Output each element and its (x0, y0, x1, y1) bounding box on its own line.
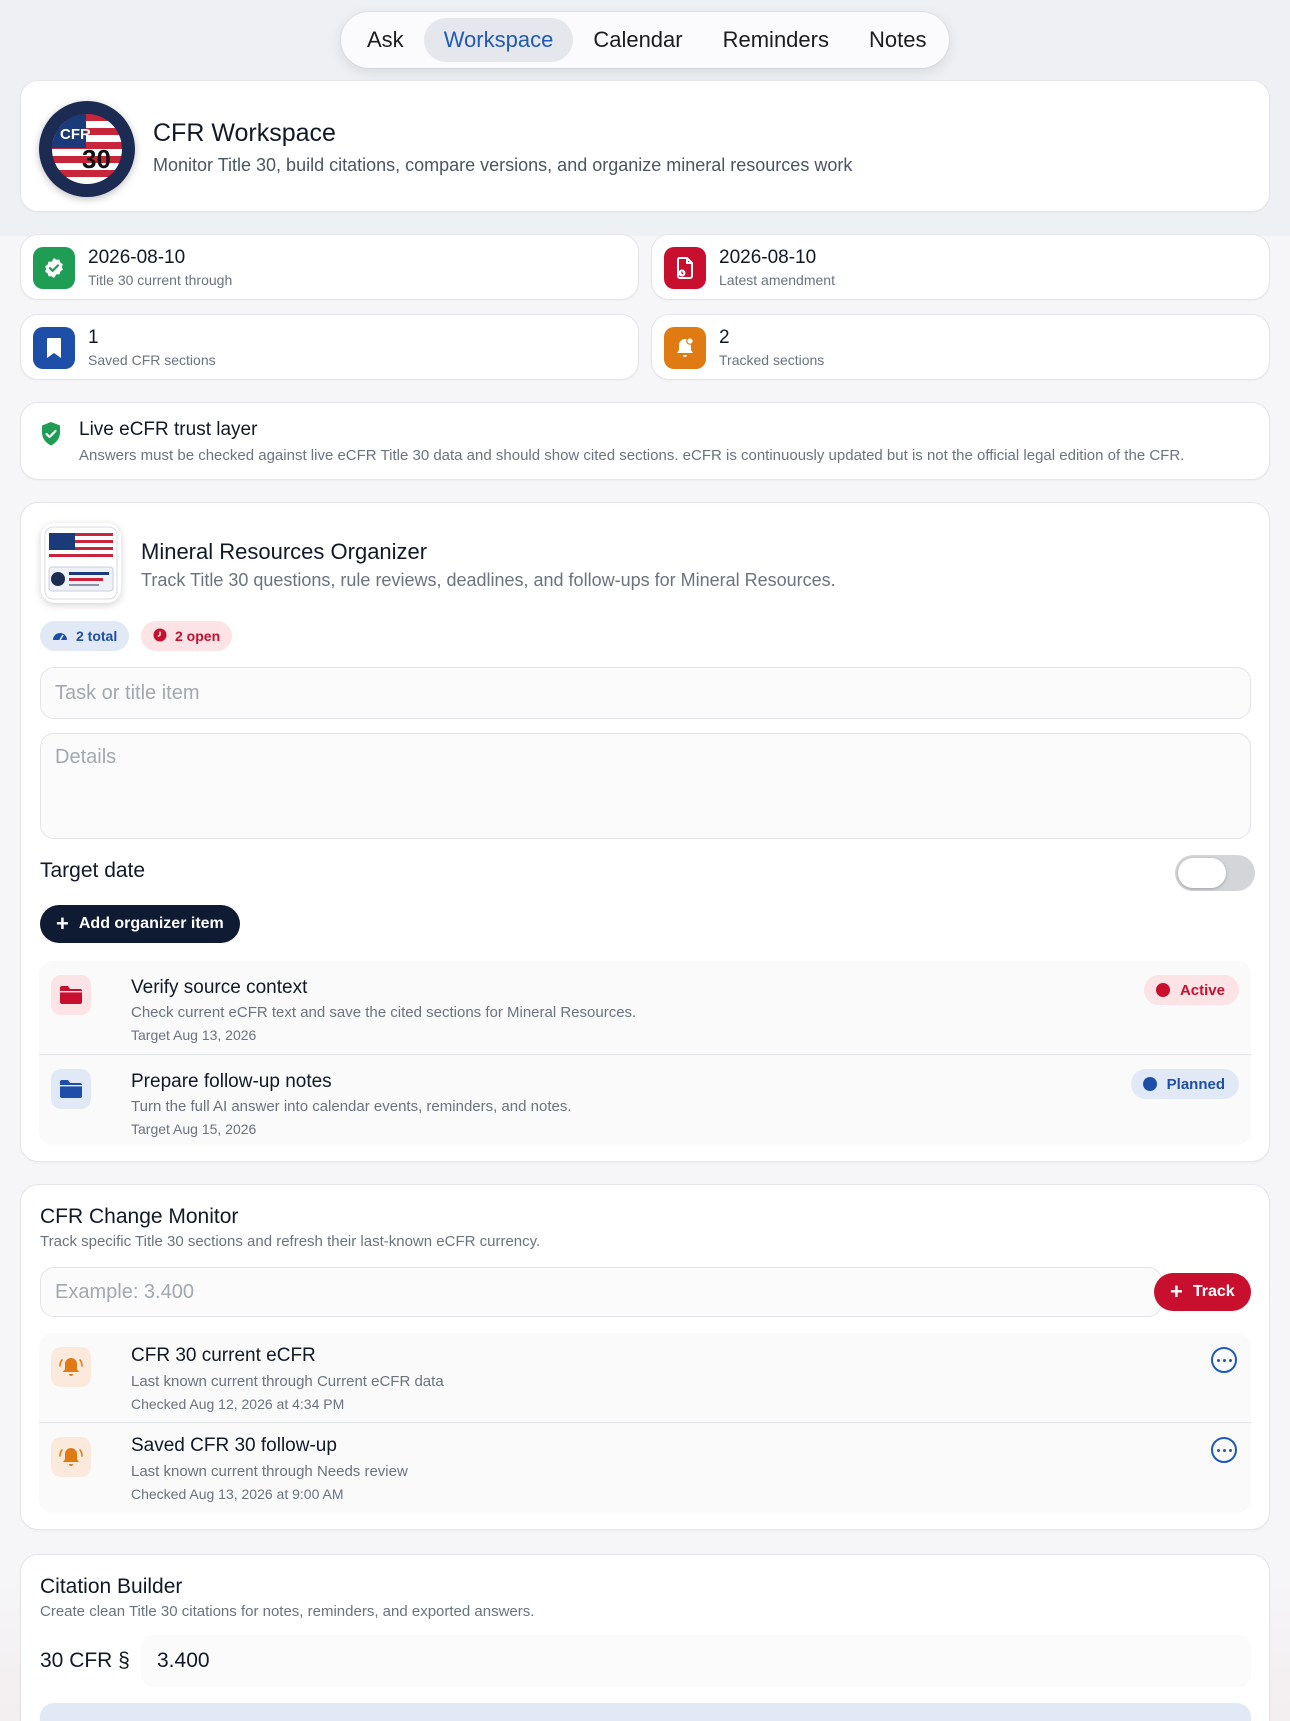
citation-preview (40, 1703, 1251, 1721)
tracked-section-item[interactable]: CFR 30 current eCFR Last known current t… (39, 1333, 1251, 1423)
bell-icon (51, 1437, 91, 1477)
tracked-section-detail: Last known current through Needs review (131, 1463, 408, 1480)
stat-latest-amendment[interactable]: 2026-08-10 Latest amendment (651, 234, 1270, 300)
status-label: Active (1179, 981, 1225, 999)
clock-icon (153, 628, 167, 645)
details-textarea[interactable]: Details (40, 733, 1251, 839)
top-tab-bar: Ask Workspace Calendar Reminders Notes (341, 12, 949, 68)
stat-value: 1 (88, 327, 99, 348)
stat-value: 2026-08-10 (88, 247, 186, 268)
organizer-title: Mineral Resources Organizer (141, 539, 428, 564)
organizer-item-detail: Check current eCFR text and save the cit… (131, 1004, 637, 1021)
organizer-item[interactable]: Prepare follow-up notes Turn the full AI… (39, 1055, 1251, 1145)
bookmark-icon (33, 327, 75, 369)
tracked-section-detail: Last known current through Current eCFR … (131, 1373, 444, 1390)
trust-title: Live eCFR trust layer (79, 419, 258, 440)
organizer-card: Mineral Resources Organizer Track Title … (20, 502, 1270, 1162)
organizer-item-detail: Turn the full AI answer into calendar ev… (131, 1098, 572, 1115)
page-title: CFR Workspace (153, 119, 336, 147)
status-label: Planned (1166, 1075, 1225, 1093)
tracked-section-title: Saved CFR 30 follow-up (131, 1435, 337, 1456)
tracked-section-title: CFR 30 current eCFR (131, 1345, 316, 1366)
organizer-logo (41, 523, 121, 603)
tracked-section-item[interactable]: Saved CFR 30 follow-up Last known curren… (39, 1423, 1251, 1513)
tab-notes[interactable]: Notes (849, 18, 946, 62)
stat-tracked-sections[interactable]: 2 Tracked sections (651, 314, 1270, 380)
more-options-icon[interactable] (1211, 1347, 1237, 1373)
bell-icon (51, 1347, 91, 1387)
open-badge: 2 open (141, 621, 233, 651)
folder-icon (51, 975, 91, 1015)
total-badge-label: 2 total (76, 628, 118, 644)
citation-subtitle: Create clean Title 30 citations for note… (40, 1603, 535, 1620)
stat-label: Title 30 current through (88, 272, 233, 288)
monitor-title: CFR Change Monitor (40, 1205, 239, 1228)
document-clock-icon (664, 247, 706, 289)
organizer-subtitle: Track Title 30 questions, rule reviews, … (141, 570, 836, 590)
task-title-input[interactable]: Task or title item (40, 667, 1251, 719)
total-badge: 2 total (40, 621, 130, 651)
folder-icon (51, 1069, 91, 1109)
tab-workspace[interactable]: Workspace (423, 18, 574, 62)
target-date-label: Target date (40, 859, 146, 882)
stat-label: Saved CFR sections (88, 352, 216, 368)
stat-current-through[interactable]: 2026-08-10 Title 30 current through (20, 234, 639, 300)
status-dot (1155, 983, 1170, 997)
tab-ask[interactable]: Ask (347, 18, 424, 62)
monitor-subtitle: Track specific Title 30 sections and ref… (40, 1233, 541, 1250)
tracked-section-checked: Checked Aug 12, 2026 at 4:34 PM (131, 1396, 345, 1412)
tab-calendar[interactable]: Calendar (573, 18, 702, 62)
organizer-item-target: Target Aug 13, 2026 (131, 1027, 257, 1043)
stat-saved-sections[interactable]: 1 Saved CFR sections (20, 314, 639, 380)
citation-prefix: 30 CFR § (40, 1649, 130, 1672)
stat-label: Tracked sections (719, 352, 825, 368)
verified-badge-icon (33, 247, 75, 289)
track-button[interactable]: + Track (1154, 1273, 1251, 1311)
plus-icon: + (1170, 1279, 1183, 1304)
status-badge[interactable]: Planned (1130, 1069, 1239, 1099)
change-monitor-card: CFR Change Monitor Track specific Title … (20, 1184, 1270, 1530)
add-organizer-item-label: Add organizer item (78, 915, 224, 932)
open-badge-label: 2 open (175, 628, 221, 644)
add-organizer-item-button[interactable]: + Add organizer item (40, 905, 240, 943)
organizer-item-target: Target Aug 15, 2026 (131, 1121, 257, 1137)
page-subtitle: Monitor Title 30, build citations, compa… (153, 155, 853, 175)
stat-value: 2026-08-10 (719, 247, 817, 268)
citation-title: Citation Builder (40, 1575, 183, 1598)
organizer-item-title: Verify source context (131, 977, 308, 998)
gauge-icon (52, 628, 68, 644)
citation-builder-card: Citation Builder Create clean Title 30 c… (20, 1554, 1270, 1721)
toggle-knob (1178, 858, 1226, 888)
status-badge[interactable]: Active (1143, 975, 1239, 1005)
stat-label: Latest amendment (719, 272, 835, 288)
shield-check-icon (39, 421, 63, 452)
bell-badge-icon (664, 327, 706, 369)
stat-value: 2 (719, 327, 730, 348)
cfr-seal-logo: CFR 30 (39, 101, 135, 197)
seal-text: CFR (60, 126, 91, 143)
plus-icon: + (56, 911, 69, 936)
tracked-section-checked: Checked Aug 13, 2026 at 9:00 AM (131, 1486, 344, 1502)
tab-reminders[interactable]: Reminders (703, 18, 849, 62)
section-number-input[interactable]: Example: 3.400 (40, 1267, 1162, 1317)
organizer-item-title: Prepare follow-up notes (131, 1071, 332, 1092)
trust-text: Answers must be checked against live eCF… (79, 447, 1185, 464)
seal-number: 30 (82, 144, 111, 174)
track-button-label: Track (1192, 1283, 1235, 1300)
status-dot (1142, 1077, 1157, 1091)
citation-section-input[interactable]: 3.400 (141, 1635, 1251, 1687)
workspace-header-card: CFR 30 CFR Workspace Monitor Title 30, b… (20, 80, 1270, 212)
more-options-icon[interactable] (1211, 1437, 1237, 1463)
trust-layer-card: Live eCFR trust layer Answers must be ch… (20, 402, 1270, 480)
organizer-item[interactable]: Verify source context Check current eCFR… (39, 961, 1251, 1055)
target-date-toggle[interactable] (1175, 855, 1255, 891)
